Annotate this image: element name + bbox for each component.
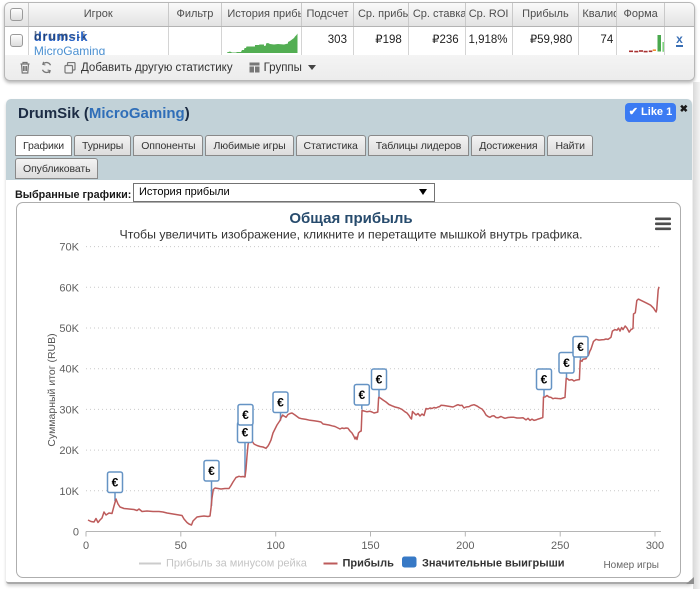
svg-text:€: € [112, 476, 119, 490]
svg-text:€: € [541, 373, 548, 387]
svg-text:0: 0 [83, 540, 89, 552]
svg-text:30K: 30K [59, 404, 79, 416]
svg-text:50K: 50K [59, 323, 79, 335]
svg-text:€: € [277, 396, 284, 410]
svg-text:60K: 60K [59, 282, 79, 294]
svg-text:70K: 70K [59, 242, 79, 254]
svg-text:€: € [358, 388, 365, 402]
svg-text:Общая прибыль: Общая прибыль [289, 210, 412, 227]
svg-text:Номер игры: Номер игры [603, 560, 659, 571]
svg-text:€: € [242, 408, 249, 422]
svg-text:€: € [563, 356, 570, 370]
svg-text:40K: 40K [59, 364, 79, 376]
svg-text:Значительные выигрыши: Значительные выигрыши [422, 558, 565, 570]
svg-text:Прибыль за минусом рейка: Прибыль за минусом рейка [166, 558, 308, 570]
svg-text:10K: 10K [59, 486, 79, 498]
svg-text:€: € [577, 340, 584, 354]
svg-text:€: € [242, 426, 249, 440]
svg-text:200: 200 [456, 540, 474, 552]
svg-text:0: 0 [73, 527, 79, 539]
svg-text:Суммарный итог (RUB): Суммарный итог (RUB) [46, 333, 58, 446]
svg-text:20K: 20K [59, 445, 79, 457]
svg-text:150: 150 [361, 540, 379, 552]
svg-text:50: 50 [175, 540, 187, 552]
svg-text:€: € [376, 373, 383, 387]
svg-text:Чтобы увеличить изображение, к: Чтобы увеличить изображение, кликните и … [120, 228, 583, 242]
svg-text:Прибыль: Прибыль [343, 558, 395, 570]
svg-text:300: 300 [646, 540, 664, 552]
svg-text:100: 100 [267, 540, 285, 552]
svg-text:€: € [208, 464, 215, 478]
svg-text:250: 250 [551, 540, 569, 552]
